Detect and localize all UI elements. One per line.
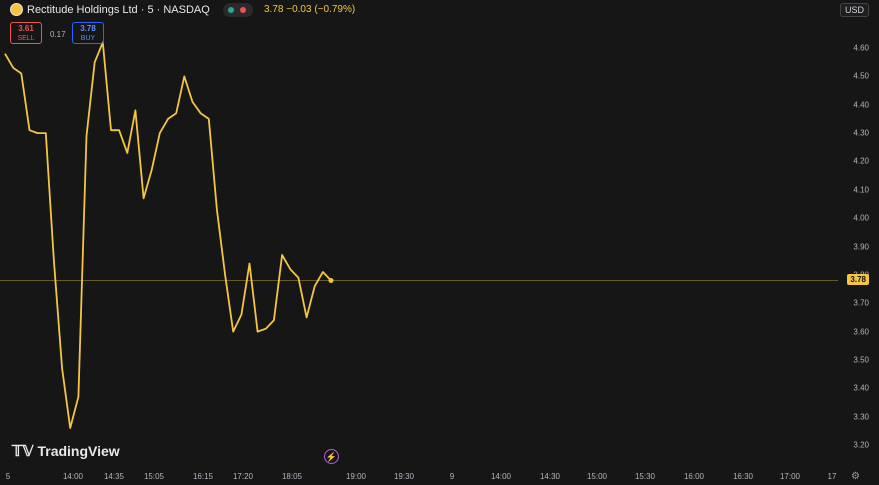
red-dot-icon [240,7,246,13]
time-tick-label: 17:00 [779,472,801,481]
currency-selector[interactable]: USD [839,3,869,17]
time-tick-label: 14:30 [539,472,561,481]
current-price-tag: 3.78 [847,274,869,285]
buy-price: 3.78 [80,24,96,33]
time-tick-label: 19:00 [345,472,367,481]
time-tick-label: 15:00 [586,472,608,481]
tradingview-mark-icon: 𝕋𝕍 [12,443,34,460]
price-tick-label: 4.40 [853,100,869,110]
price-tick-label: 4.50 [853,71,869,81]
sell-price: 3.61 [18,24,34,33]
symbol-logo-icon [10,3,23,16]
tradingview-logo[interactable]: 𝕋𝕍 TradingView [12,442,120,460]
gear-icon[interactable]: ⚙ [851,471,860,482]
time-tick-label: 5 [5,472,11,481]
green-dot-icon [228,7,234,13]
price-tick-label: 3.70 [853,298,869,308]
price-tick-label: 3.40 [853,383,869,393]
price-tick-label: 4.20 [853,156,869,166]
price-tick-label: 4.00 [853,213,869,223]
time-tick-label: 16:00 [683,472,705,481]
sell-button[interactable]: 3.61 SELL [10,22,42,44]
buy-label: BUY [80,35,96,42]
time-tick-label: 16:30 [732,472,754,481]
time-tick-label: 17 [827,472,837,481]
price-tick-label: 3.60 [853,327,869,337]
price-tick-label: 4.10 [853,185,869,195]
time-tick-label: 17:20 [232,472,254,481]
time-tick-label: 16:15 [192,472,214,481]
time-tick-label: 9 [449,472,455,481]
price-tick-label: 3.20 [853,440,869,450]
lightning-icon[interactable]: ⚡ [324,449,339,464]
sell-label: SELL [17,35,35,42]
last-price-dot [328,278,334,284]
market-status-indicator[interactable] [223,3,253,17]
price-tick-label: 3.30 [853,412,869,422]
time-tick-label: 19:30 [393,472,415,481]
price-tick-label: 3.50 [853,355,869,365]
price-tick-label: 4.60 [853,43,869,53]
price-line [4,41,332,429]
time-tick-label: 14:00 [62,472,84,481]
symbol-title[interactable]: Rectitude Holdings Ltd · 5 · NASDAQ [27,4,210,16]
time-tick-label: 15:05 [143,472,165,481]
price-tick-label: 3.90 [853,242,869,251]
price-tick-label: 4.30 [853,128,869,138]
time-tick-label: 15:30 [634,472,656,481]
time-tick-label: 14:00 [490,472,512,481]
time-tick-label: 18:05 [281,472,303,481]
price-chart[interactable] [0,0,879,485]
chart-header: Rectitude Holdings Ltd · 5 · NASDAQ 3.78… [0,0,879,20]
buy-button[interactable]: 3.78 BUY [72,22,104,44]
quote-readout: 3.78 −0.03 (−0.79%) [264,4,356,15]
tradingview-wordmark: TradingView [37,443,120,459]
spread-value: 0.17 [50,30,66,39]
time-tick-label: 14:35 [103,472,125,481]
